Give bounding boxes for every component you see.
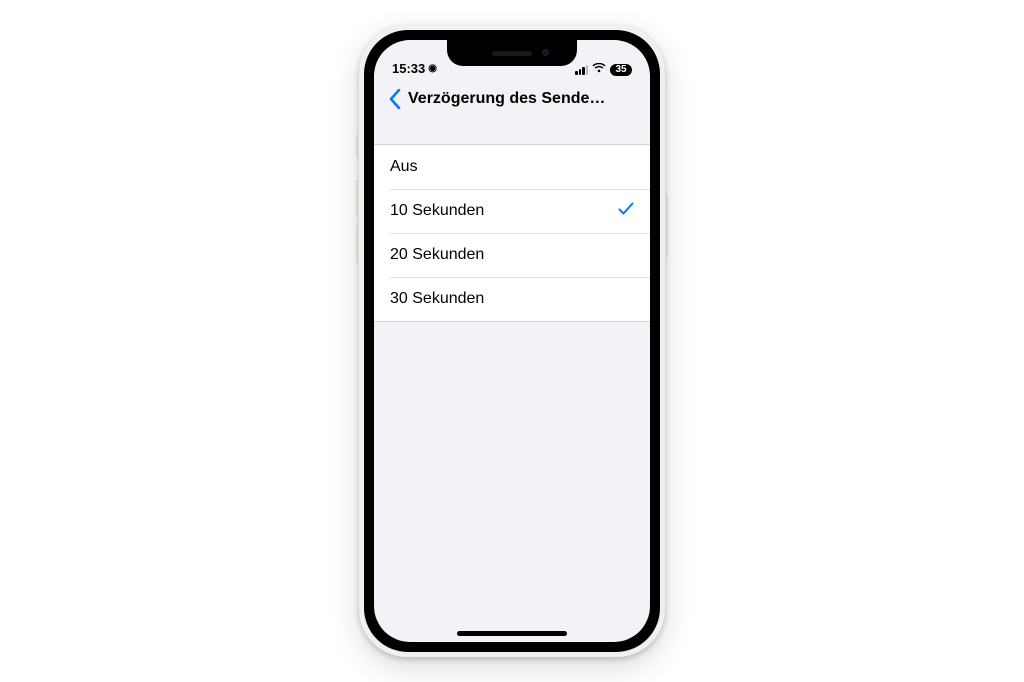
option-label: 10 Sekunden: [390, 202, 618, 220]
option-row[interactable]: 10 Sekunden: [374, 189, 650, 233]
mute-switch: [356, 135, 359, 157]
phone-frame: 15:33 ◉ 35 Verzögerung de: [359, 25, 665, 657]
wifi-icon: [592, 63, 606, 75]
option-row[interactable]: 30 Sekunden: [374, 277, 650, 321]
option-label: 20 Sekunden: [390, 246, 634, 264]
location-icon: ◉: [428, 64, 437, 74]
cellular-icon: [575, 65, 588, 75]
options-group: Aus 10 Sekunden 20 Sekun: [374, 144, 650, 322]
content-area: Aus 10 Sekunden 20 Sekun: [374, 120, 650, 322]
volume-down-button: [356, 225, 359, 263]
power-button: [665, 195, 668, 257]
option-label: Aus: [390, 158, 634, 176]
stage: 15:33 ◉ 35 Verzögerung de: [0, 0, 1024, 682]
battery-badge: 35: [610, 64, 632, 76]
back-button[interactable]: [382, 84, 408, 114]
status-right: 35: [562, 64, 632, 76]
phone-bezel: 15:33 ◉ 35 Verzögerung de: [364, 30, 660, 652]
notch: [447, 40, 577, 66]
home-indicator[interactable]: [457, 631, 567, 636]
status-time: 15:33: [392, 61, 425, 76]
screen: 15:33 ◉ 35 Verzögerung de: [374, 40, 650, 642]
option-label: 30 Sekunden: [390, 290, 634, 308]
front-camera: [542, 49, 549, 56]
option-row[interactable]: Aus: [374, 145, 650, 189]
page-title: Verzögerung des Sendewider…: [408, 90, 642, 108]
option-row[interactable]: 20 Sekunden: [374, 233, 650, 277]
checkmark-icon: [618, 202, 634, 221]
status-left: 15:33 ◉: [392, 61, 462, 76]
chevron-left-icon: [389, 89, 401, 109]
nav-bar: Verzögerung des Sendewider…: [374, 78, 650, 120]
speaker-grille: [492, 51, 532, 56]
volume-up-button: [356, 180, 359, 218]
